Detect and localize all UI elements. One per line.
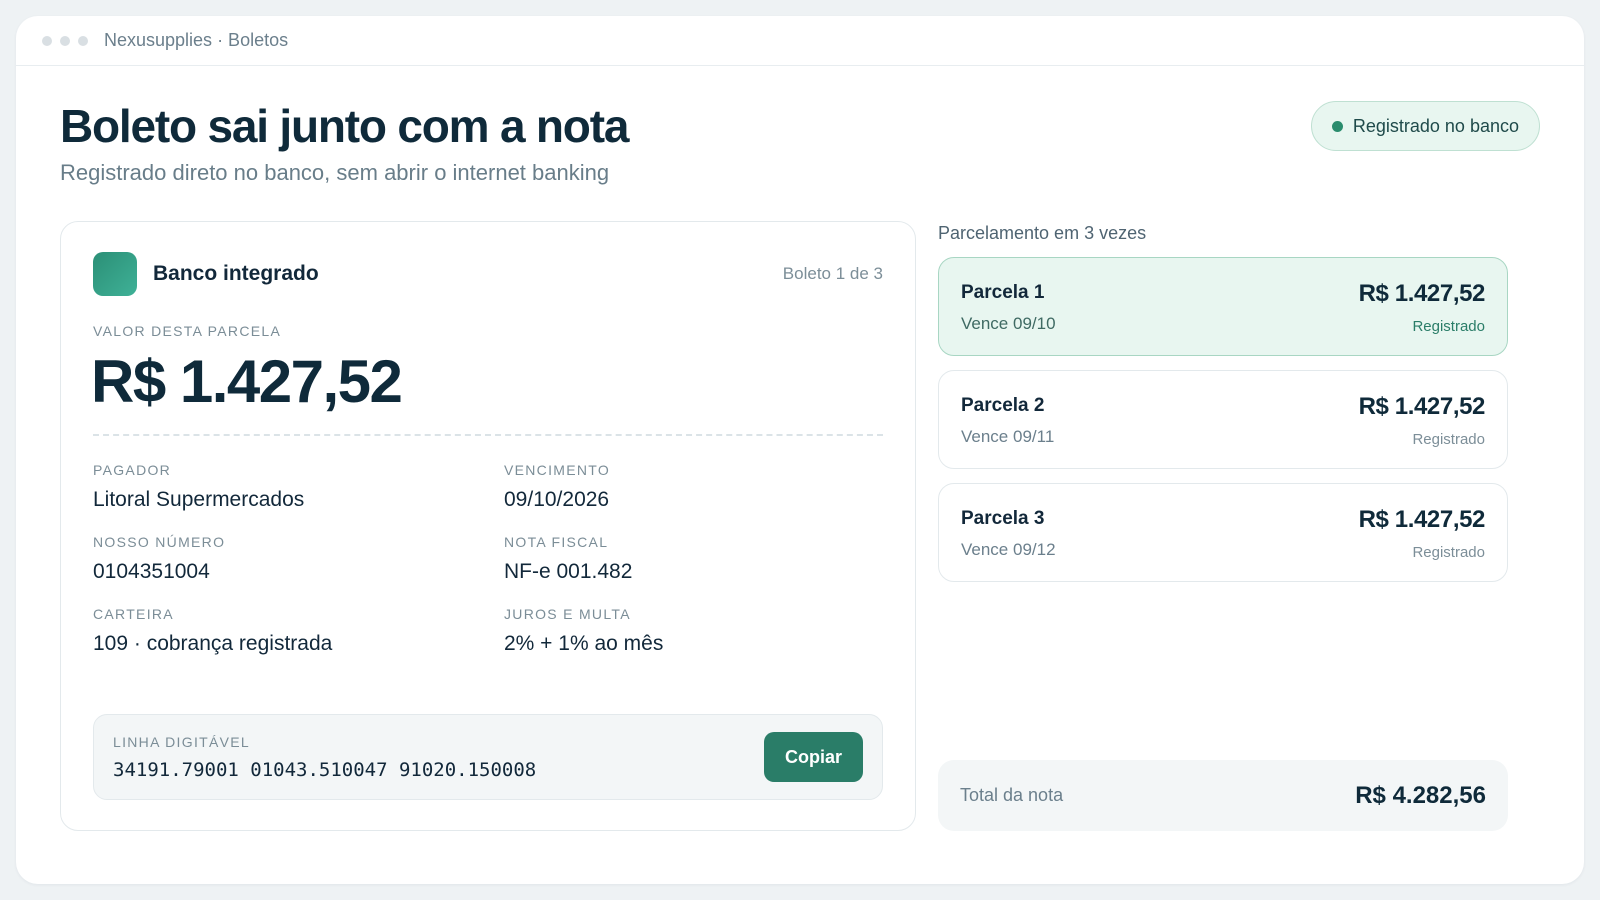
field-value: 2% + 1% ao mês — [504, 632, 664, 655]
status-badge-label: Registrado no banco — [1352, 115, 1519, 136]
field-nosso-numero: NOSSO NÚMERO 0104351004 — [93, 534, 504, 584]
bank-logo-icon — [93, 252, 137, 296]
digit-line-value[interactable]: 34191.79001 01043.510047 91020.150008 — [113, 759, 536, 781]
installments-panel: Parcelamento em 3 vezes Parcela 1 Vence … — [938, 221, 1508, 582]
field-label: NOSSO NÚMERO — [93, 534, 226, 550]
bank-name: Banco integrado — [153, 262, 319, 285]
field-pagador: PAGADOR Litoral Supermercados — [93, 462, 504, 512]
field-nota-fiscal: NOTA FISCAL NF-e 001.482 — [504, 534, 883, 584]
installment-name: Parcela 3 — [961, 508, 1045, 529]
field-value: NF-e 001.482 — [504, 560, 633, 583]
window-dot-icon[interactable] — [60, 35, 70, 46]
field-value: 09/10/2026 — [504, 488, 610, 511]
installment-card-3[interactable]: Parcela 3 Vence 09/12 R$ 1.427,52 Regist… — [938, 483, 1508, 582]
installment-amount: R$ 1.427,52 — [1358, 393, 1486, 420]
digit-line-box: LINHA DIGITÁVEL 34191.79001 01043.510047… — [93, 714, 883, 800]
field-label: JUROS E MULTA — [504, 606, 631, 622]
installment-due: Vence 09/10 — [961, 314, 1056, 333]
installment-name: Parcela 2 — [961, 395, 1045, 416]
total-label: Total da nota — [960, 785, 1064, 805]
dashed-divider — [93, 434, 883, 436]
boleto-card: Banco integrado Boleto 1 de 3 VALOR DEST… — [60, 221, 916, 831]
window-dot-icon[interactable] — [78, 35, 88, 46]
invoice-total: Total da nota R$ 4.282,56 — [938, 760, 1508, 831]
status-dot-icon — [1331, 120, 1343, 132]
digit-line-label: LINHA DIGITÁVEL — [113, 734, 250, 750]
total-value: R$ 4.282,56 — [1355, 781, 1486, 809]
status-badge: Registrado no banco — [1310, 101, 1540, 151]
page-title: Boleto sai junto com a nota — [60, 100, 629, 152]
field-label: VENCIMENTO — [504, 462, 611, 478]
page-subtitle: Registrado direto no banco, sem abrir o … — [60, 160, 610, 185]
field-vencimento: VENCIMENTO 09/10/2026 — [504, 462, 883, 512]
boleto-fields: PAGADOR Litoral Supermercados VENCIMENTO… — [93, 462, 883, 656]
window-title: Nexusupplies · Boletos — [104, 30, 289, 50]
boleto-counter: Boleto 1 de 3 — [782, 264, 883, 283]
installment-due: Vence 09/11 — [961, 427, 1055, 446]
amount-label: VALOR DESTA PARCELA — [93, 323, 282, 339]
field-value: 0104351004 — [93, 560, 210, 583]
installment-name: Parcela 1 — [961, 282, 1045, 303]
field-label: NOTA FISCAL — [504, 534, 609, 550]
field-label: CARTEIRA — [93, 606, 174, 622]
page-header: Boleto sai junto com a nota Registrado d… — [60, 98, 629, 186]
field-value: Litoral Supermercados — [93, 488, 305, 511]
bank-row: Banco integrado Boleto 1 de 3 — [93, 252, 883, 296]
installments-title: Parcelamento em 3 vezes — [938, 223, 1147, 243]
installment-due: Vence 09/12 — [961, 540, 1056, 559]
amount-value: R$ 1.427,52 — [91, 348, 403, 415]
field-value: 109 · cobrança registrada — [93, 632, 333, 655]
field-juros-multa: JUROS E MULTA 2% + 1% ao mês — [504, 606, 883, 656]
installment-status: Registrado — [1412, 544, 1485, 561]
installment-status: Registrado — [1412, 431, 1485, 448]
window-controls — [42, 35, 88, 46]
installment-amount: R$ 1.427,52 — [1358, 280, 1486, 307]
app-window: Nexusupplies · Boletos Boleto sai junto … — [16, 16, 1584, 884]
installment-amount: R$ 1.427,52 — [1358, 506, 1486, 533]
installment-card-2[interactable]: Parcela 2 Vence 09/11 R$ 1.427,52 Regist… — [938, 370, 1508, 469]
installments-list: Parcela 1 Vence 09/10 R$ 1.427,52 Regist… — [938, 257, 1508, 582]
field-carteira: CARTEIRA 109 · cobrança registrada — [93, 606, 504, 656]
field-label: PAGADOR — [93, 462, 172, 478]
installment-status: Registrado — [1412, 318, 1485, 335]
window-dot-icon[interactable] — [42, 35, 52, 46]
title-bar: Nexusupplies · Boletos — [16, 16, 1584, 66]
copy-button[interactable]: Copiar — [764, 732, 863, 782]
installment-card-1[interactable]: Parcela 1 Vence 09/10 R$ 1.427,52 Regist… — [938, 257, 1508, 356]
